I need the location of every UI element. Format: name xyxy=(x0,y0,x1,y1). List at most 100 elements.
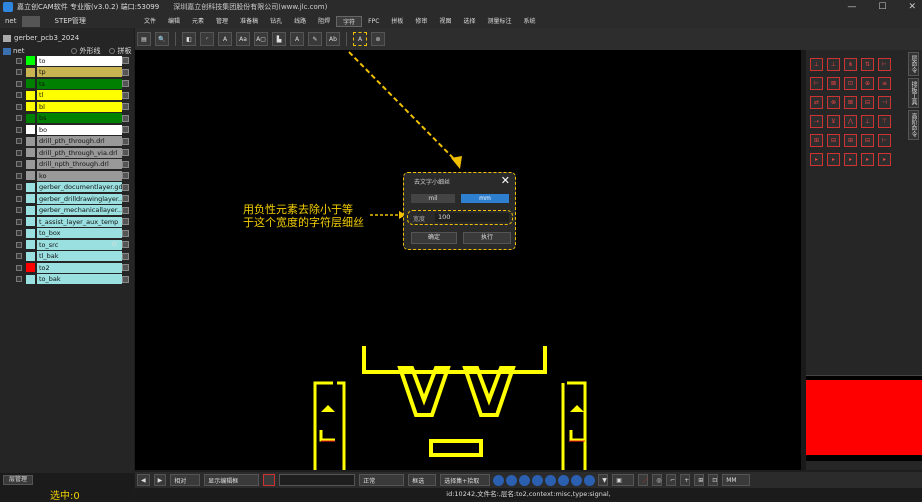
unit-select[interactable]: MM xyxy=(722,474,751,486)
panel-radio[interactable] xyxy=(108,48,115,54)
layer-row[interactable]: tl xyxy=(0,90,134,102)
minimize-button[interactable]: — xyxy=(847,2,856,12)
command-icon[interactable]: ⇢ xyxy=(810,115,823,128)
command-icon[interactable]: ▸ xyxy=(861,153,874,166)
layer-row[interactable]: to_bak xyxy=(0,274,134,286)
layer-name[interactable]: t_assist_layer_aux_temp xyxy=(37,216,122,227)
command-icon[interactable]: ⊞ xyxy=(810,134,823,147)
menu-6[interactable]: 线路 xyxy=(288,16,312,27)
command-icon[interactable]: ▸ xyxy=(844,153,857,166)
layer-manage-button[interactable]: 层管理 xyxy=(3,475,33,485)
layer-visibility-checkbox[interactable] xyxy=(122,195,129,203)
layer-visibility-checkbox[interactable] xyxy=(122,103,129,111)
run-button[interactable]: 执行 xyxy=(463,232,511,244)
layer-name[interactable]: tl_bak xyxy=(37,251,122,262)
layer-row[interactable]: drill_npth_through.drl xyxy=(0,159,134,171)
layer-visibility-checkbox[interactable] xyxy=(122,206,129,214)
layer-visibility-checkbox[interactable] xyxy=(122,241,129,249)
toolbar-button-0[interactable]: ▤ xyxy=(137,32,151,46)
layer-name[interactable]: bl xyxy=(37,101,122,112)
pad-tool-icon[interactable] xyxy=(558,474,570,486)
polyline-tool-icon[interactable] xyxy=(519,474,531,486)
command-icon[interactable]: ⊟ xyxy=(861,96,874,109)
layer-color-swatch[interactable] xyxy=(26,182,35,192)
command-icon[interactable]: ⊥ xyxy=(861,115,874,128)
menu-7[interactable]: 阻焊 xyxy=(312,16,336,27)
command-icon[interactable]: ⊥ xyxy=(810,58,823,71)
layer-visibility-checkbox[interactable] xyxy=(122,80,129,88)
command-icon[interactable]: ▸ xyxy=(810,153,823,166)
layer-checkbox[interactable] xyxy=(16,195,22,202)
command-icon[interactable]: ▸ xyxy=(878,153,891,166)
ok-button[interactable]: 确定 xyxy=(411,232,457,244)
layer-visibility-checkbox[interactable] xyxy=(122,114,129,122)
layer-color-swatch[interactable] xyxy=(26,205,35,215)
toolbar-button-10[interactable]: Ab xyxy=(326,32,340,46)
layer-checkbox[interactable] xyxy=(16,172,22,179)
toolbar-button-1[interactable]: 🔍 xyxy=(155,32,169,46)
layer-name[interactable]: gerber_documentlayer.gdl xyxy=(37,182,122,193)
layer-visibility-checkbox[interactable] xyxy=(122,57,129,65)
layer-checkbox[interactable] xyxy=(16,241,22,248)
command-icon[interactable]: ⊠ xyxy=(844,96,857,109)
menu-9[interactable]: FPC xyxy=(362,16,385,27)
layer-color-swatch[interactable] xyxy=(26,263,35,273)
layer-color-swatch[interactable] xyxy=(26,90,35,100)
layer-color-swatch[interactable] xyxy=(26,113,35,123)
circle-view-icon[interactable]: ◎ xyxy=(652,474,663,486)
menu-12[interactable]: 视图 xyxy=(433,16,457,27)
command-icon[interactable]: ⊕ xyxy=(861,77,874,90)
vtab-2[interactable]: 高阶命令 xyxy=(908,110,919,140)
tab-step-management[interactable]: STEP管理 xyxy=(50,16,91,27)
next-button[interactable]: ▶ xyxy=(153,474,167,486)
layer-checkbox[interactable] xyxy=(16,218,22,225)
layer-checkbox[interactable] xyxy=(16,184,22,191)
filter-icon[interactable]: ▼ xyxy=(598,474,609,486)
layer-name[interactable]: gerber_mechanicallayer... xyxy=(37,205,122,216)
red-line-icon[interactable]: ／ xyxy=(638,474,648,486)
style-select[interactable]: 正常 xyxy=(359,474,405,486)
command-icon[interactable]: ⊟ xyxy=(827,134,840,147)
command-icon[interactable]: ⊢ xyxy=(878,58,891,71)
menu-15[interactable]: 系统 xyxy=(517,16,541,27)
layer-checkbox[interactable] xyxy=(16,230,22,237)
layer-color-swatch[interactable] xyxy=(26,148,35,158)
layer-visibility-checkbox[interactable] xyxy=(122,172,129,180)
layer-visibility-checkbox[interactable] xyxy=(122,160,129,168)
layer-checkbox[interactable] xyxy=(16,276,22,283)
layer-checkbox[interactable] xyxy=(16,57,22,64)
layer-color-swatch[interactable] xyxy=(26,136,35,146)
circle-tool-icon[interactable] xyxy=(506,474,518,486)
frame-icon[interactable] xyxy=(263,474,276,486)
layer-color-swatch[interactable] xyxy=(26,274,35,284)
layer-color-swatch[interactable] xyxy=(26,240,35,250)
layer-row[interactable]: bl xyxy=(0,101,134,113)
layer-row[interactable]: tl_bak xyxy=(0,251,134,263)
layer-checkbox[interactable] xyxy=(16,80,22,87)
command-icon[interactable]: ⊤ xyxy=(878,115,891,128)
layer-color-swatch[interactable] xyxy=(26,125,35,135)
layer-color-swatch[interactable] xyxy=(26,102,35,112)
layer-checkbox[interactable] xyxy=(16,264,22,271)
command-icon[interactable]: ⇄ xyxy=(810,96,823,109)
layer-name[interactable]: to xyxy=(37,55,122,66)
menu-13[interactable]: 选择 xyxy=(457,16,481,27)
grid-icon[interactable]: ⊞ xyxy=(694,474,705,486)
layer-checkbox[interactable] xyxy=(16,138,22,145)
command-icon[interactable]: ▸ xyxy=(827,153,840,166)
layer-color-swatch[interactable] xyxy=(26,217,35,227)
layer-color-swatch[interactable] xyxy=(26,171,35,181)
layer-row[interactable]: to_box xyxy=(0,228,134,240)
layer-color-swatch[interactable] xyxy=(26,251,35,261)
command-icon[interactable]: ⊥ xyxy=(827,58,840,71)
layer-row[interactable]: gerber_documentlayer.gdl xyxy=(0,182,134,194)
command-icon[interactable]: ⊟ xyxy=(861,134,874,147)
unit-mm-button[interactable]: mm xyxy=(461,194,509,203)
layer-checkbox[interactable] xyxy=(16,126,22,133)
snap-button[interactable]: 框选 xyxy=(408,474,437,486)
layer-name[interactable]: to_src xyxy=(37,239,122,250)
menu-14[interactable]: 测量标注 xyxy=(481,16,517,27)
toolbar-button-3[interactable]: ◜ xyxy=(200,32,214,46)
layer-name[interactable]: gerber_drilldrawinglayer... xyxy=(37,193,122,204)
layer-row[interactable]: bs xyxy=(0,113,134,125)
